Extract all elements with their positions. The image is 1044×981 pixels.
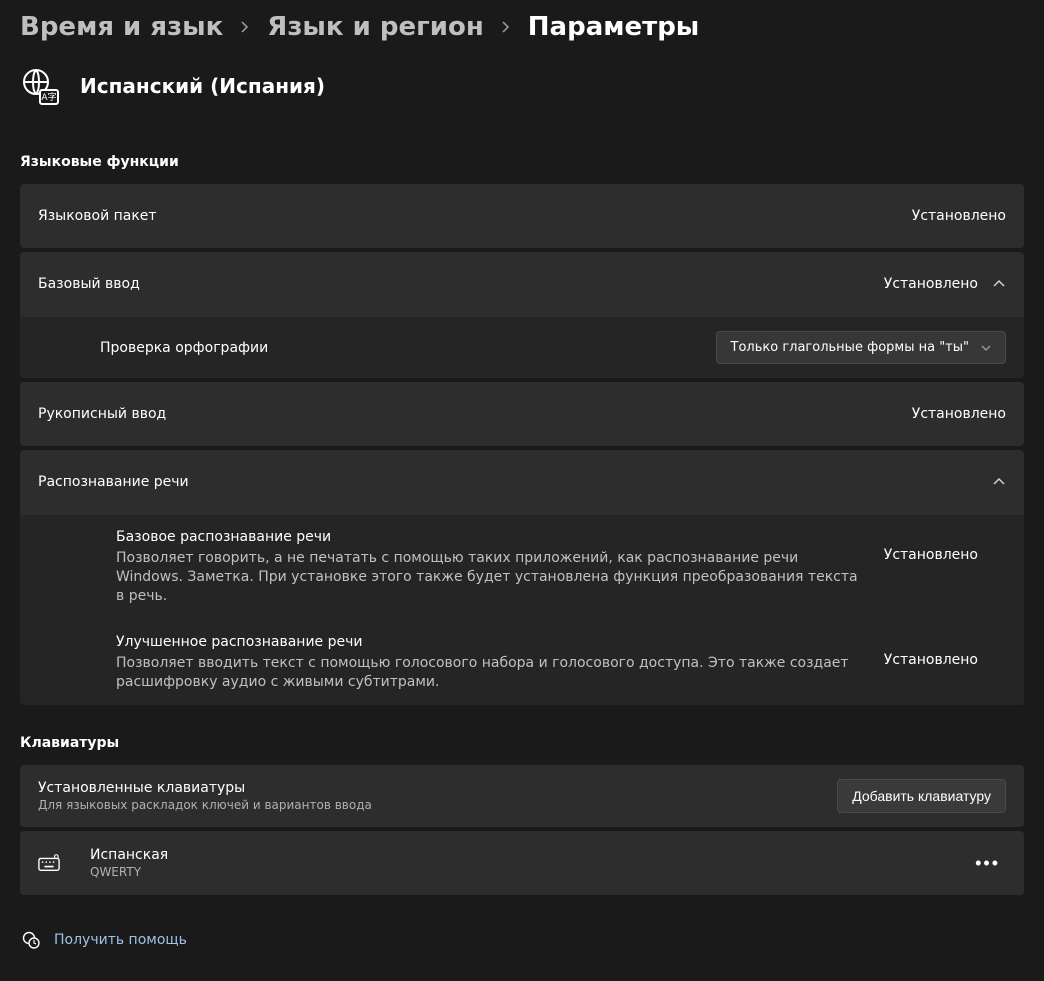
- speech-label: Распознавание речи: [38, 474, 189, 490]
- chevron-down-icon: [981, 343, 991, 353]
- section-language-features: Языковые функции Языковой пакет Установл…: [20, 154, 1024, 705]
- section-keyboards: Клавиатуры Установленные клавиатуры Для …: [20, 735, 1024, 895]
- basic-typing-status: Установлено: [884, 276, 978, 292]
- chevron-up-icon: [992, 277, 1006, 291]
- card-keyboard-item: Испанская QWERTY •••: [20, 831, 1024, 895]
- card-speech: Распознавание речи Базовое распознавание…: [20, 450, 1024, 705]
- breadcrumb-options: Параметры: [528, 12, 700, 42]
- enhanced-speech-title: Улучшенное распознавание речи: [116, 634, 864, 650]
- chevron-right-icon: [239, 21, 251, 33]
- language-title: Испанский (Испания): [80, 74, 325, 98]
- language-header: A字 Испанский (Испания): [20, 66, 1024, 106]
- card-language-pack[interactable]: Языковой пакет Установлено: [20, 184, 1024, 248]
- keyboard-layout: QWERTY: [90, 865, 168, 879]
- spell-check-row: Проверка орфографии Только глагольные фо…: [20, 317, 1024, 378]
- keyboard-more-button[interactable]: •••: [969, 849, 1006, 878]
- installed-keyboards-sub: Для языковых раскладок ключей и варианто…: [38, 798, 372, 812]
- spell-check-dropdown[interactable]: Только глагольные формы на "ты": [716, 331, 1006, 364]
- basic-speech-row: Базовое распознавание речи Позволяет гов…: [20, 515, 1024, 620]
- basic-speech-desc: Позволяет говорить, а не печатать с помо…: [116, 549, 864, 606]
- keyboard-icon: [38, 854, 60, 872]
- get-help-link[interactable]: Получить помощь: [20, 925, 1024, 955]
- card-installed-keyboards: Установленные клавиатуры Для языковых ра…: [20, 765, 1024, 827]
- speech-header[interactable]: Распознавание речи: [20, 450, 1024, 514]
- chevron-right-icon: [500, 21, 512, 33]
- spell-check-label: Проверка орфографии: [100, 340, 268, 356]
- svg-text:A字: A字: [41, 91, 56, 103]
- breadcrumb-time-language[interactable]: Время и язык: [20, 12, 223, 42]
- language-pack-label: Языковой пакет: [38, 208, 157, 224]
- add-keyboard-button[interactable]: Добавить клавиатуру: [837, 779, 1006, 813]
- globe-language-icon: A字: [20, 66, 60, 106]
- help-icon: [22, 931, 40, 949]
- basic-typing-header[interactable]: Базовый ввод Установлено: [20, 252, 1024, 316]
- card-basic-typing: Базовый ввод Установлено Проверка орфогр…: [20, 252, 1024, 378]
- enhanced-speech-desc: Позволяет вводить текст с помощью голосо…: [116, 654, 864, 692]
- handwriting-label: Рукописный ввод: [38, 406, 166, 422]
- breadcrumb-language-region[interactable]: Язык и регион: [267, 12, 483, 42]
- breadcrumb: Время и язык Язык и регион Параметры: [20, 12, 1024, 42]
- handwriting-status: Установлено: [912, 406, 1006, 422]
- get-help-label: Получить помощь: [54, 932, 187, 948]
- section-title-features: Языковые функции: [20, 154, 1024, 170]
- card-handwriting[interactable]: Рукописный ввод Установлено: [20, 382, 1024, 446]
- section-title-keyboards: Клавиатуры: [20, 735, 1024, 751]
- language-pack-status: Установлено: [912, 208, 1006, 224]
- basic-typing-label: Базовый ввод: [38, 276, 140, 292]
- enhanced-speech-status: Установлено: [884, 634, 978, 668]
- basic-speech-title: Базовое распознавание речи: [116, 529, 864, 545]
- spell-check-value: Только глагольные формы на "ты": [731, 340, 969, 355]
- enhanced-speech-row: Улучшенное распознавание речи Позволяет …: [20, 620, 1024, 706]
- keyboard-name: Испанская: [90, 847, 168, 863]
- installed-keyboards-title: Установленные клавиатуры: [38, 780, 372, 796]
- basic-speech-status: Установлено: [884, 529, 978, 563]
- chevron-up-icon: [992, 475, 1006, 489]
